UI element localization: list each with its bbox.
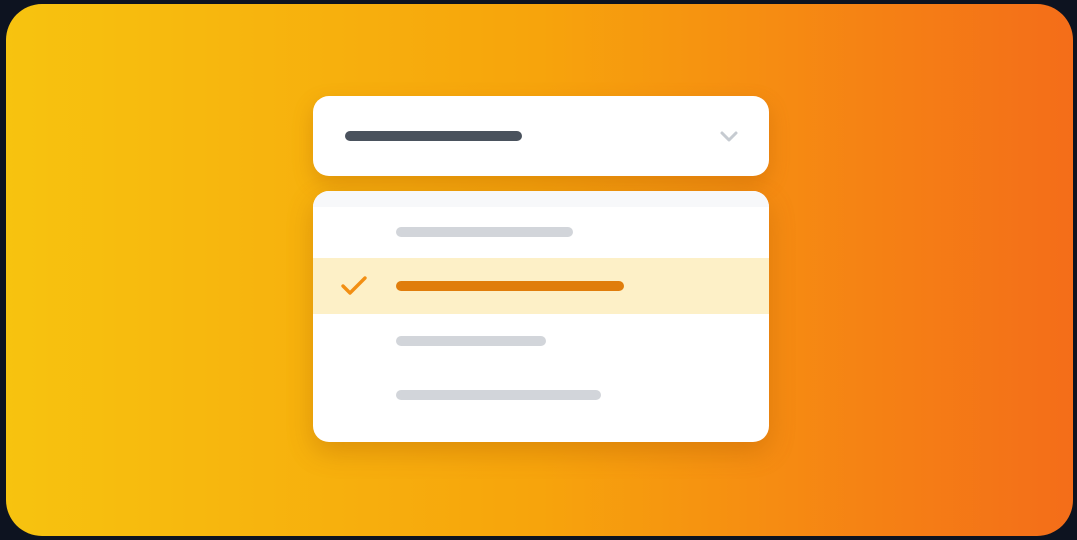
chevron-stroke [720, 131, 738, 142]
option-label-placeholder [396, 336, 546, 346]
selected-value-placeholder [345, 131, 522, 141]
option-label-placeholder [396, 227, 573, 237]
chevron-down-icon[interactable] [717, 124, 741, 148]
select-field[interactable] [313, 96, 769, 176]
dropdown-option-3[interactable] [313, 313, 769, 369]
option-label-placeholder [396, 390, 601, 400]
dropdown-menu [313, 191, 769, 442]
checkmark-stroke [341, 276, 367, 295]
dropdown-option-2-selected[interactable] [313, 258, 769, 314]
dropdown-option-4[interactable] [313, 367, 769, 423]
checkmark-icon [341, 276, 367, 295]
option-label-placeholder [396, 281, 624, 291]
dropdown-option-1[interactable] [313, 204, 769, 260]
